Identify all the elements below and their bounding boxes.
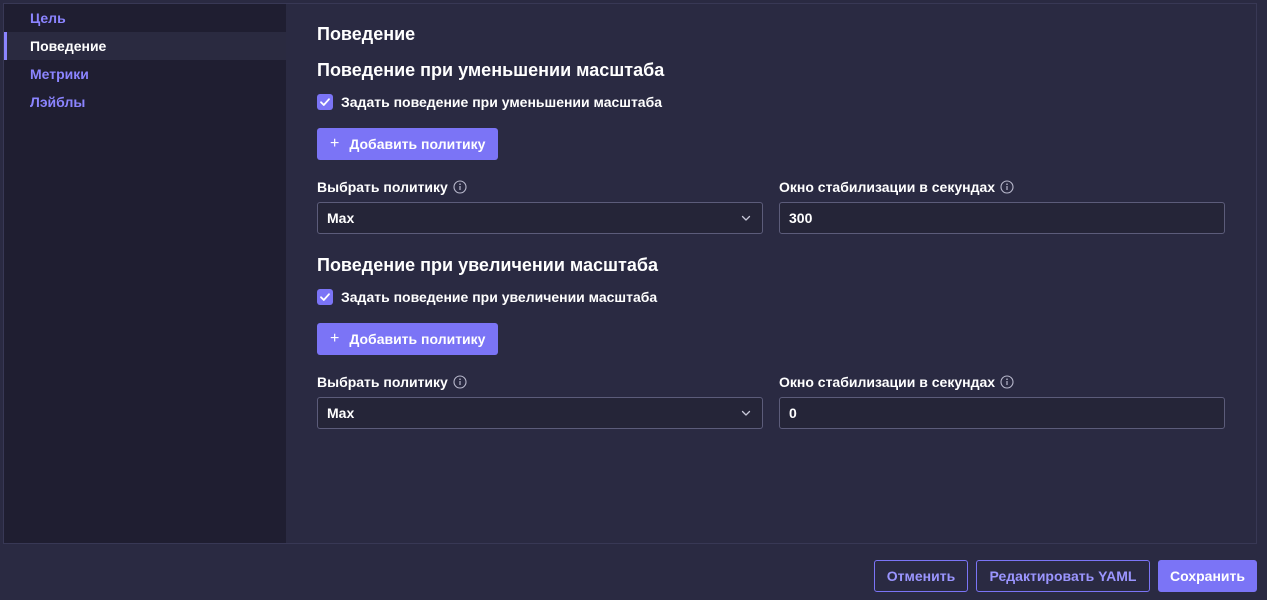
page-title: Поведение: [317, 24, 416, 44]
sidebar: Цель Поведение Метрики Лэйблы: [4, 4, 286, 543]
scale-down-window-input[interactable]: 300: [779, 202, 1225, 234]
save-button[interactable]: Сохранить: [1158, 560, 1257, 592]
scale-up-policy-field: Выбрать политику Max: [317, 373, 763, 429]
scale-down-checkbox-row: Задать поведение при уменьшении масштаба: [317, 92, 1256, 112]
section-title-scale-up: Поведение при увеличении масштаба: [317, 255, 658, 275]
scale-up-section: Поведение при увеличении масштаба Задать…: [317, 253, 1256, 429]
add-policy-label: Добавить политику: [349, 136, 486, 152]
scale-down-add-policy-button[interactable]: + Добавить политику: [317, 128, 498, 160]
scale-up-fields: Выбрать политику Max Окно стабилизации в…: [317, 373, 1256, 429]
scale-up-window-input[interactable]: 0: [779, 397, 1225, 429]
scale-up-checkbox[interactable]: [317, 289, 333, 305]
footer-actions: Отменить Редактировать YAML Сохранить: [0, 545, 1267, 600]
section-title-scale-down: Поведение при уменьшении масштаба: [317, 60, 665, 80]
window-field-label: Окно стабилизации в секундах: [779, 178, 1225, 196]
info-icon[interactable]: [1000, 180, 1014, 194]
scale-down-window-field: Окно стабилизации в секундах 300: [779, 178, 1225, 234]
add-policy-label: Добавить политику: [349, 331, 486, 347]
sidebar-item-behavior[interactable]: Поведение: [4, 32, 286, 60]
scale-up-window-field: Окно стабилизации в секундах 0: [779, 373, 1225, 429]
scale-up-policy-select[interactable]: Max: [317, 397, 763, 429]
sidebar-item-labels[interactable]: Лэйблы: [4, 88, 286, 116]
scale-down-policy-select[interactable]: Max: [317, 202, 763, 234]
plus-icon: +: [330, 135, 340, 152]
info-icon[interactable]: [453, 375, 467, 389]
cancel-button[interactable]: Отменить: [874, 560, 968, 592]
window-label-text: Окно стабилизации в секундах: [779, 179, 996, 195]
chevron-down-icon: [741, 215, 751, 221]
sidebar-item-label: Метрики: [30, 66, 89, 82]
scale-down-fields: Выбрать политику Max Окно стабилизации в…: [317, 178, 1256, 234]
sidebar-item-label: Цель: [30, 10, 66, 26]
policy-select-value: Max: [327, 210, 355, 226]
scale-down-section: Поведение при уменьшении масштаба Задать…: [317, 58, 1256, 234]
sidebar-item-label: Поведение: [30, 38, 107, 54]
edit-yaml-button[interactable]: Редактировать YAML: [976, 560, 1150, 592]
scale-down-checkbox-label[interactable]: Задать поведение при уменьшении масштаба: [341, 94, 662, 110]
scale-down-policy-field: Выбрать политику Max: [317, 178, 763, 234]
scale-up-checkbox-row: Задать поведение при увеличении масштаба: [317, 287, 1256, 307]
check-icon: [320, 98, 330, 106]
scale-up-checkbox-label[interactable]: Задать поведение при увеличении масштаба: [341, 289, 657, 305]
plus-icon: +: [330, 330, 340, 347]
sidebar-item-label: Лэйблы: [30, 94, 86, 110]
settings-panel: Цель Поведение Метрики Лэйблы Поведение …: [3, 3, 1257, 544]
sidebar-item-target[interactable]: Цель: [4, 4, 286, 32]
info-icon[interactable]: [453, 180, 467, 194]
policy-label-text: Выбрать политику: [317, 179, 448, 195]
window-label-text: Окно стабилизации в секундах: [779, 374, 996, 390]
check-icon: [320, 293, 330, 301]
sidebar-item-metrics[interactable]: Метрики: [4, 60, 286, 88]
chevron-down-icon: [741, 410, 751, 416]
policy-select-value: Max: [327, 405, 355, 421]
scale-up-add-policy-button[interactable]: + Добавить политику: [317, 323, 498, 355]
main-content: Поведение Поведение при уменьшении масшт…: [286, 4, 1256, 543]
window-field-label: Окно стабилизации в секундах: [779, 373, 1225, 391]
policy-field-label: Выбрать политику: [317, 178, 763, 196]
policy-label-text: Выбрать политику: [317, 374, 448, 390]
info-icon[interactable]: [1000, 375, 1014, 389]
policy-field-label: Выбрать политику: [317, 373, 763, 391]
scale-down-checkbox[interactable]: [317, 94, 333, 110]
